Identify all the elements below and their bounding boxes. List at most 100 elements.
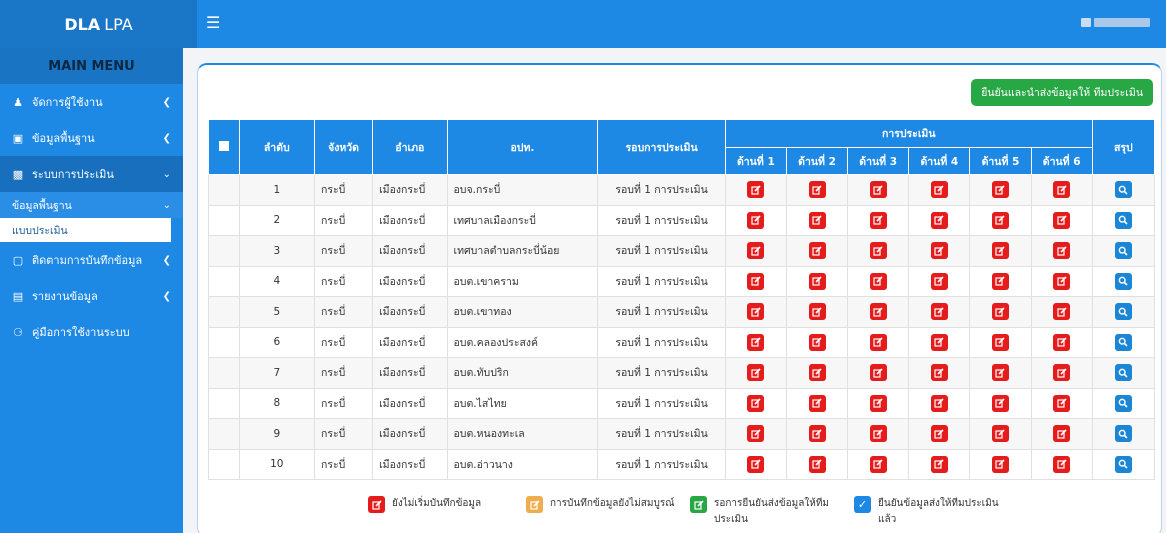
edit-icon[interactable] [930, 425, 948, 443]
col-province: จังหวัด [313, 119, 374, 175]
search-icon[interactable] [1114, 303, 1132, 321]
edit-icon[interactable] [991, 272, 1009, 290]
edit-icon[interactable] [991, 211, 1009, 229]
edit-icon[interactable] [991, 181, 1009, 199]
edit-icon[interactable] [1053, 181, 1071, 199]
edit-icon[interactable] [991, 455, 1009, 473]
edit-icon[interactable] [808, 333, 826, 351]
sidebar-item-basic-data[interactable]: ▣ ข้อมูลพื้นฐาน ❮ [0, 120, 183, 156]
chart-icon: ▤ [12, 289, 24, 303]
edit-icon[interactable] [930, 364, 948, 382]
edit-icon[interactable] [808, 303, 826, 321]
edit-icon[interactable] [869, 272, 887, 290]
edit-icon[interactable] [747, 272, 765, 290]
edit-icon[interactable] [930, 394, 948, 412]
sidebar-item-evaluation-system[interactable]: ▩ ระบบการประเมิน ⌄ [0, 156, 183, 192]
search-icon[interactable] [1114, 364, 1132, 382]
cell-no: 10 [238, 448, 316, 480]
search-icon[interactable] [1114, 425, 1132, 443]
table-row: 9 กระบี่ เมืองกระบี่ อบต.หนองทะเล รอบที่ 1 ก… [208, 418, 1156, 450]
edit-icon[interactable] [747, 455, 765, 473]
search-icon[interactable] [1114, 455, 1132, 473]
edit-icon[interactable] [747, 242, 765, 260]
edit-icon[interactable] [930, 181, 948, 199]
edit-icon[interactable] [808, 211, 826, 229]
edit-icon[interactable] [1053, 242, 1071, 260]
edit-icon[interactable] [1053, 272, 1071, 290]
edit-icon[interactable] [747, 364, 765, 382]
sidebar-item-manual[interactable]: ⚆ คู่มือการใช้งานระบบ [0, 314, 183, 350]
edit-icon[interactable] [747, 333, 765, 351]
edit-icon[interactable] [747, 303, 765, 321]
edit-icon[interactable] [930, 211, 948, 229]
cell-aspect-5 [969, 174, 1032, 206]
edit-icon[interactable] [747, 394, 765, 412]
edit-icon[interactable] [869, 394, 887, 412]
edit-icon[interactable] [747, 425, 765, 443]
cell-aspect-6 [1030, 235, 1093, 267]
edit-icon[interactable] [808, 242, 826, 260]
legend-item: รอการยืนยันส่งข้อมูลให้ทีมประเมิน [690, 496, 844, 528]
edit-icon[interactable] [808, 364, 826, 382]
cell-district: เมืองกระบี่ [372, 204, 448, 236]
select-all-checkbox[interactable] [218, 140, 229, 151]
chevron-left-icon: ❮ [162, 254, 171, 266]
search-icon[interactable] [1114, 211, 1132, 229]
sidebar-item-tracking[interactable]: ▢ ติดตามการบันทึกข้อมูล ❮ [0, 242, 183, 278]
edit-icon[interactable] [869, 364, 887, 382]
col-aspect-6: ด้านที่ 6 [1030, 147, 1093, 175]
edit-icon[interactable] [991, 425, 1009, 443]
edit-icon[interactable] [808, 394, 826, 412]
edit-icon[interactable] [869, 425, 887, 443]
edit-icon[interactable] [1053, 364, 1071, 382]
clipboard-icon: ▢ [12, 253, 24, 267]
edit-icon[interactable] [869, 181, 887, 199]
edit-icon[interactable] [991, 394, 1009, 412]
confirm-submit-button[interactable]: ยืนยันและนำส่งข้อมูลให้ ทีมประเมิน [971, 79, 1153, 106]
edit-icon[interactable] [808, 425, 826, 443]
search-icon[interactable] [1114, 333, 1132, 351]
search-icon[interactable] [1114, 394, 1132, 412]
edit-icon[interactable] [869, 455, 887, 473]
edit-icon[interactable] [1053, 455, 1071, 473]
chevron-left-icon: ❮ [162, 132, 171, 144]
sidebar-item-user-management[interactable]: ♟ จัดการผู้ใช้งาน ❮ [0, 84, 183, 120]
edit-icon[interactable] [869, 333, 887, 351]
search-icon[interactable] [1114, 242, 1132, 260]
sidebar-item-reports[interactable]: ▤ รายงานข้อมูล ❮ [0, 278, 183, 314]
edit-icon[interactable] [869, 303, 887, 321]
edit-icon[interactable] [991, 303, 1009, 321]
edit-icon[interactable] [747, 181, 765, 199]
edit-icon[interactable] [808, 455, 826, 473]
edit-icon[interactable] [930, 272, 948, 290]
edit-icon[interactable] [930, 242, 948, 260]
user-menu[interactable] [1081, 18, 1150, 27]
cell-aspect-1 [724, 174, 787, 206]
submenu-item-evaluation-form[interactable]: แบบประเมิน [0, 218, 171, 242]
edit-icon[interactable] [808, 181, 826, 199]
cell-aspect-3 [847, 174, 910, 206]
hamburger-icon[interactable]: ☰ [206, 14, 220, 32]
edit-icon[interactable] [869, 242, 887, 260]
edit-icon[interactable] [1053, 394, 1071, 412]
search-icon[interactable] [1114, 181, 1132, 199]
edit-icon[interactable] [808, 272, 826, 290]
edit-icon[interactable] [1053, 333, 1071, 351]
edit-icon[interactable] [991, 333, 1009, 351]
edit-icon[interactable] [930, 333, 948, 351]
brand-logo[interactable]: DLA LPA [0, 0, 197, 48]
status-legend: ยังไม่เริ่มบันทึกข้อมูล การบันทึกข้อมูลย… [368, 496, 1008, 533]
edit-icon[interactable] [869, 211, 887, 229]
submenu-basic-data[interactable]: ข้อมูลพื้นฐาน ⌄ [0, 192, 183, 218]
edit-icon[interactable] [930, 455, 948, 473]
edit-icon[interactable] [747, 211, 765, 229]
cell-aspect-2 [785, 357, 849, 389]
edit-icon[interactable] [930, 303, 948, 321]
edit-icon[interactable] [1053, 211, 1071, 229]
cell-aspect-3 [847, 296, 910, 328]
search-icon[interactable] [1114, 272, 1132, 290]
edit-icon[interactable] [1053, 425, 1071, 443]
edit-icon[interactable] [991, 242, 1009, 260]
edit-icon[interactable] [991, 364, 1009, 382]
edit-icon[interactable] [1053, 303, 1071, 321]
